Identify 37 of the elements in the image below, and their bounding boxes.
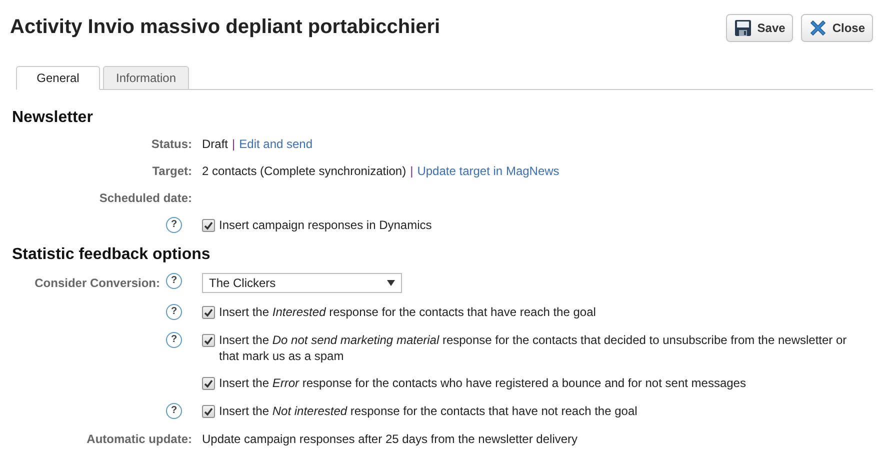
checkbox[interactable]: [202, 405, 215, 418]
section-heading: Statistic feedback options: [11, 245, 212, 265]
tab[interactable]: General: [16, 66, 100, 90]
close-icon: [809, 19, 828, 37]
checkbox-label: Insert the Error response for the contacts who have registered a bounce and for not sent messages: [219, 375, 747, 391]
link[interactable]: Update target in MagNews: [417, 163, 560, 179]
field-value: Draft: [202, 136, 228, 152]
checkbox[interactable]: [202, 219, 215, 232]
close-button[interactable]: Close: [801, 14, 873, 42]
help-icon[interactable]: ?: [166, 273, 182, 289]
checkbox-label: Insert the Do not send marketing material response for the contacts that decided to unsubscribe from the newsletter or that mark us as a spam: [219, 332, 848, 364]
field-label: Consider Conversion:: [34, 275, 161, 291]
checkbox-label: Insert the Interested response for the contacts that have reach the goal: [219, 304, 597, 320]
help-icon[interactable]: ?: [166, 217, 182, 233]
help-icon[interactable]: ?: [166, 332, 182, 348]
dropdown-arrow-icon: [387, 280, 395, 286]
field-value: Update campaign responses after 25 days from the newsletter delivery: [202, 431, 578, 447]
field-label: Target:: [151, 163, 192, 179]
section-heading: Newsletter: [11, 108, 94, 128]
field-label: Automatic update:: [86, 431, 192, 447]
checkbox[interactable]: [202, 306, 215, 319]
checkbox-label: Insert campaign responses in Dynamics: [219, 217, 433, 233]
field-label: Scheduled date:: [98, 190, 192, 206]
dropdown[interactable]: The Clickers: [202, 273, 402, 293]
checkbox[interactable]: [202, 377, 215, 390]
separator: |: [410, 163, 414, 179]
separator: |: [232, 136, 236, 152]
help-icon[interactable]: ?: [166, 304, 182, 320]
field-value: 2 contacts (Complete synchronization): [202, 163, 406, 179]
tab[interactable]: Information: [103, 66, 190, 90]
checkbox-label: Insert the Not interested response for the contacts that have not reach the goal: [219, 403, 638, 419]
help-icon[interactable]: ?: [166, 403, 182, 419]
checkbox[interactable]: [202, 334, 215, 347]
field-label: Status:: [150, 136, 192, 152]
save-button[interactable]: Save: [726, 14, 794, 42]
page-title: Activity Invio massivo depliant portabicchieri: [10, 15, 440, 40]
link[interactable]: Edit and send: [239, 136, 313, 152]
